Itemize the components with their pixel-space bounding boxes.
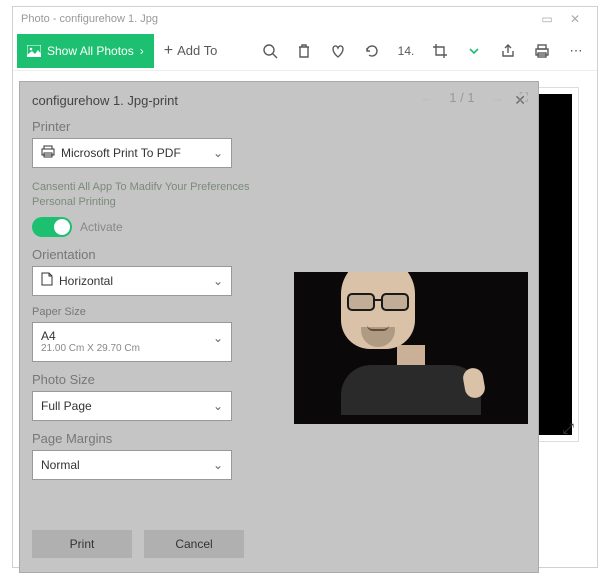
chevron-down-icon: ⌄ bbox=[213, 274, 223, 288]
zoom-button[interactable] bbox=[253, 43, 287, 59]
maximize-icon[interactable]: ▭ bbox=[533, 12, 561, 26]
chevron-right-icon: › bbox=[140, 44, 144, 58]
next-page-icon[interactable]: → bbox=[491, 90, 504, 105]
print-icon bbox=[534, 43, 550, 59]
rotate-button[interactable] bbox=[355, 43, 389, 59]
close-window-icon[interactable]: ✕ bbox=[561, 12, 589, 26]
show-all-photos-button[interactable]: Show All Photos › bbox=[17, 34, 154, 68]
activate-toggle[interactable] bbox=[32, 217, 72, 237]
print-panel: configurehow 1. Jpg-print ✕ Printer Micr… bbox=[19, 81, 539, 573]
toolbar: Show All Photos › + Add To 14. ⋯ bbox=[13, 31, 597, 71]
settings-dropdown[interactable] bbox=[457, 48, 491, 54]
zoom-level[interactable]: 14. bbox=[389, 44, 423, 58]
crop-button[interactable] bbox=[423, 43, 457, 59]
prev-page-icon[interactable]: ← bbox=[420, 90, 433, 105]
cancel-button[interactable]: Cancel bbox=[144, 530, 244, 558]
plus-icon: + bbox=[164, 42, 173, 60]
trash-icon bbox=[297, 43, 311, 59]
preview-nav: ← 1 / 1 → ⛶ bbox=[420, 90, 528, 105]
photo-size-value: Full Page bbox=[41, 399, 92, 413]
page-indicator: 1 / 1 bbox=[449, 90, 474, 105]
activate-label: Activate bbox=[80, 220, 123, 234]
margins-dropdown[interactable]: Normal ⌄ bbox=[32, 450, 232, 480]
orientation-value: Horizontal bbox=[59, 274, 113, 288]
chevron-down-icon: ⌄ bbox=[213, 146, 223, 160]
heart-icon bbox=[330, 43, 346, 59]
printer-dropdown[interactable]: Microsoft Print To PDF ⌄ bbox=[32, 138, 232, 168]
window-title: Photo - configurehow 1. Jpg bbox=[21, 13, 158, 25]
share-button[interactable] bbox=[491, 43, 525, 59]
more-button[interactable]: ⋯ bbox=[559, 43, 593, 59]
printer-device-icon bbox=[41, 145, 55, 162]
crop-icon bbox=[432, 43, 448, 59]
zoom-icon bbox=[262, 43, 278, 59]
title-bar: Photo - configurehow 1. Jpg ▭ ✕ bbox=[13, 7, 597, 31]
paper-size-dropdown[interactable]: A4 21.00 Cm X 29.70 Cm ⌄ bbox=[32, 322, 232, 362]
printer-label: Printer bbox=[32, 119, 526, 134]
chevron-down-icon bbox=[469, 48, 479, 54]
photo-icon bbox=[27, 45, 41, 57]
print-confirm-button[interactable]: Print bbox=[32, 530, 132, 558]
resize-handle-icon[interactable]: ⤢ bbox=[563, 420, 574, 437]
app-window: Photo - configurehow 1. Jpg ▭ ✕ Show All… bbox=[12, 6, 598, 568]
favorite-button[interactable] bbox=[321, 43, 355, 59]
paper-size-value: A4 bbox=[41, 329, 56, 343]
delete-button[interactable] bbox=[287, 43, 321, 59]
margins-label: Page Margins bbox=[32, 431, 526, 446]
print-button[interactable] bbox=[525, 43, 559, 59]
add-to-button[interactable]: + Add To bbox=[164, 42, 218, 60]
chevron-down-icon: ⌄ bbox=[213, 458, 223, 472]
photo-size-dropdown[interactable]: Full Page ⌄ bbox=[32, 391, 232, 421]
share-icon bbox=[500, 43, 516, 59]
fullscreen-icon[interactable]: ⛶ bbox=[520, 90, 528, 105]
printer-value: Microsoft Print To PDF bbox=[61, 146, 181, 160]
panel-title: configurehow 1. Jpg-print bbox=[32, 93, 178, 108]
more-icon: ⋯ bbox=[570, 43, 583, 59]
page-icon bbox=[41, 272, 53, 289]
chevron-down-icon: ⌄ bbox=[213, 331, 223, 345]
margins-value: Normal bbox=[41, 458, 80, 472]
preview-image bbox=[294, 272, 528, 424]
show-all-label: Show All Photos bbox=[47, 44, 134, 58]
orientation-dropdown[interactable]: Horizontal ⌄ bbox=[32, 266, 232, 296]
paper-size-sub: 21.00 Cm X 29.70 Cm bbox=[41, 343, 140, 354]
chevron-down-icon: ⌄ bbox=[213, 399, 223, 413]
rotate-icon bbox=[364, 43, 380, 59]
consent-text: Cansenti All App To Madifv Your Preferen… bbox=[32, 180, 526, 211]
orientation-label: Orientation bbox=[32, 247, 526, 262]
add-to-label: Add To bbox=[177, 43, 217, 58]
